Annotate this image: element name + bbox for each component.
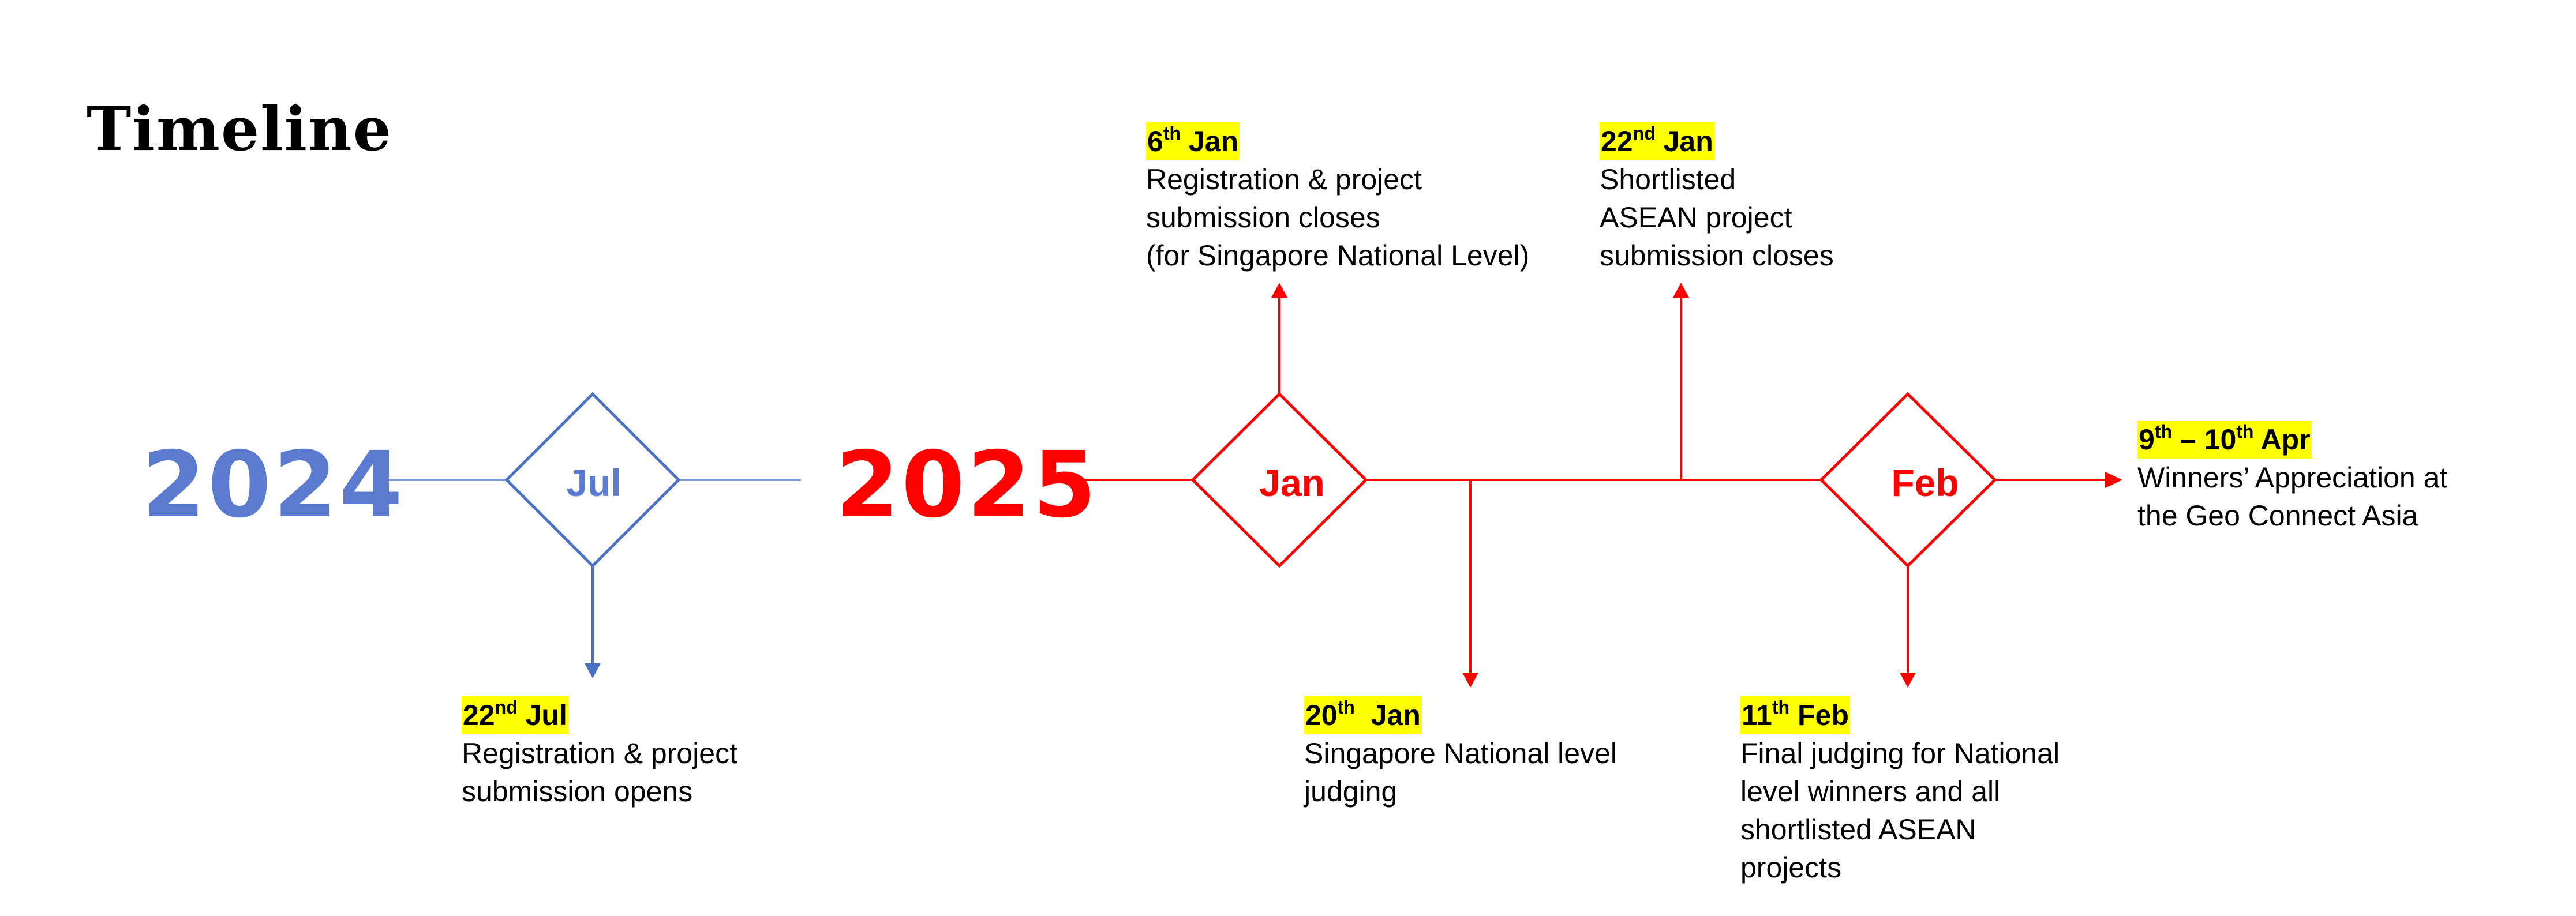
arrowhead-jan20 (1462, 673, 1478, 688)
event-apr: 9th – 10th Apr Winners’ Appreciation at … (2137, 421, 2447, 535)
event-date-feb11: 11th Feb (1740, 696, 1850, 734)
event-jan22: 22nd Jan Shortlisted ASEAN project submi… (1600, 122, 1834, 275)
arrowhead-jan22 (1673, 283, 1689, 298)
arrowhead-apr (2105, 472, 2122, 488)
event-date-jan22: 22nd Jan (1600, 122, 1714, 160)
event-desc-line: Shortlisted (1600, 163, 1736, 196)
event-jan20: 20th Jan Singapore National level judgin… (1304, 696, 1617, 810)
event-desc-line: submission opens (462, 775, 693, 808)
arrowhead-jan6 (1271, 283, 1287, 298)
month-jul-label: Jul (566, 461, 621, 504)
event-jul22: 22nd Jul Registration & project submissi… (462, 696, 737, 810)
event-feb11: 11th Feb Final judging for National leve… (1740, 696, 2060, 887)
year-2025-label: 2025 (836, 432, 1099, 538)
year-2024-label: 2024 (142, 432, 405, 538)
event-desc-line: Singapore National level (1304, 737, 1618, 769)
event-desc-line: level winners and all (1740, 775, 2001, 808)
event-desc-line: submission closes (1146, 201, 1380, 234)
event-desc-line: submission closes (1600, 239, 1834, 272)
arrowhead-feb11 (1900, 673, 1916, 688)
month-feb-label: Feb (1891, 461, 1959, 504)
event-date-apr: 9th – 10th Apr (2137, 421, 2312, 459)
arrowhead-jul22 (585, 663, 601, 678)
event-desc-line: Final judging for National (1740, 737, 2060, 769)
event-date-jan6: 6th Jan (1146, 122, 1240, 160)
event-date-jan20: 20th Jan (1304, 696, 1422, 734)
event-date-jul22: 22nd Jul (462, 696, 568, 734)
event-desc-line: (for Singapore National Level) (1146, 239, 1530, 272)
page-title: Timeline (87, 93, 392, 164)
event-desc-line: projects (1740, 851, 1842, 884)
event-desc-line: Registration & project (462, 737, 738, 769)
event-desc-line: judging (1304, 775, 1398, 808)
event-desc-line: Registration & project (1146, 163, 1422, 196)
month-jan-label: Jan (1259, 461, 1325, 504)
event-desc-line: shortlisted ASEAN (1740, 813, 1976, 846)
event-desc-line: the Geo Connect Asia (2137, 500, 2418, 532)
event-jan6: 6th Jan Registration & project submissio… (1146, 122, 1529, 275)
event-desc-line: Winners’ Appreciation at (2137, 461, 2448, 494)
event-desc-line: ASEAN project (1600, 201, 1792, 234)
